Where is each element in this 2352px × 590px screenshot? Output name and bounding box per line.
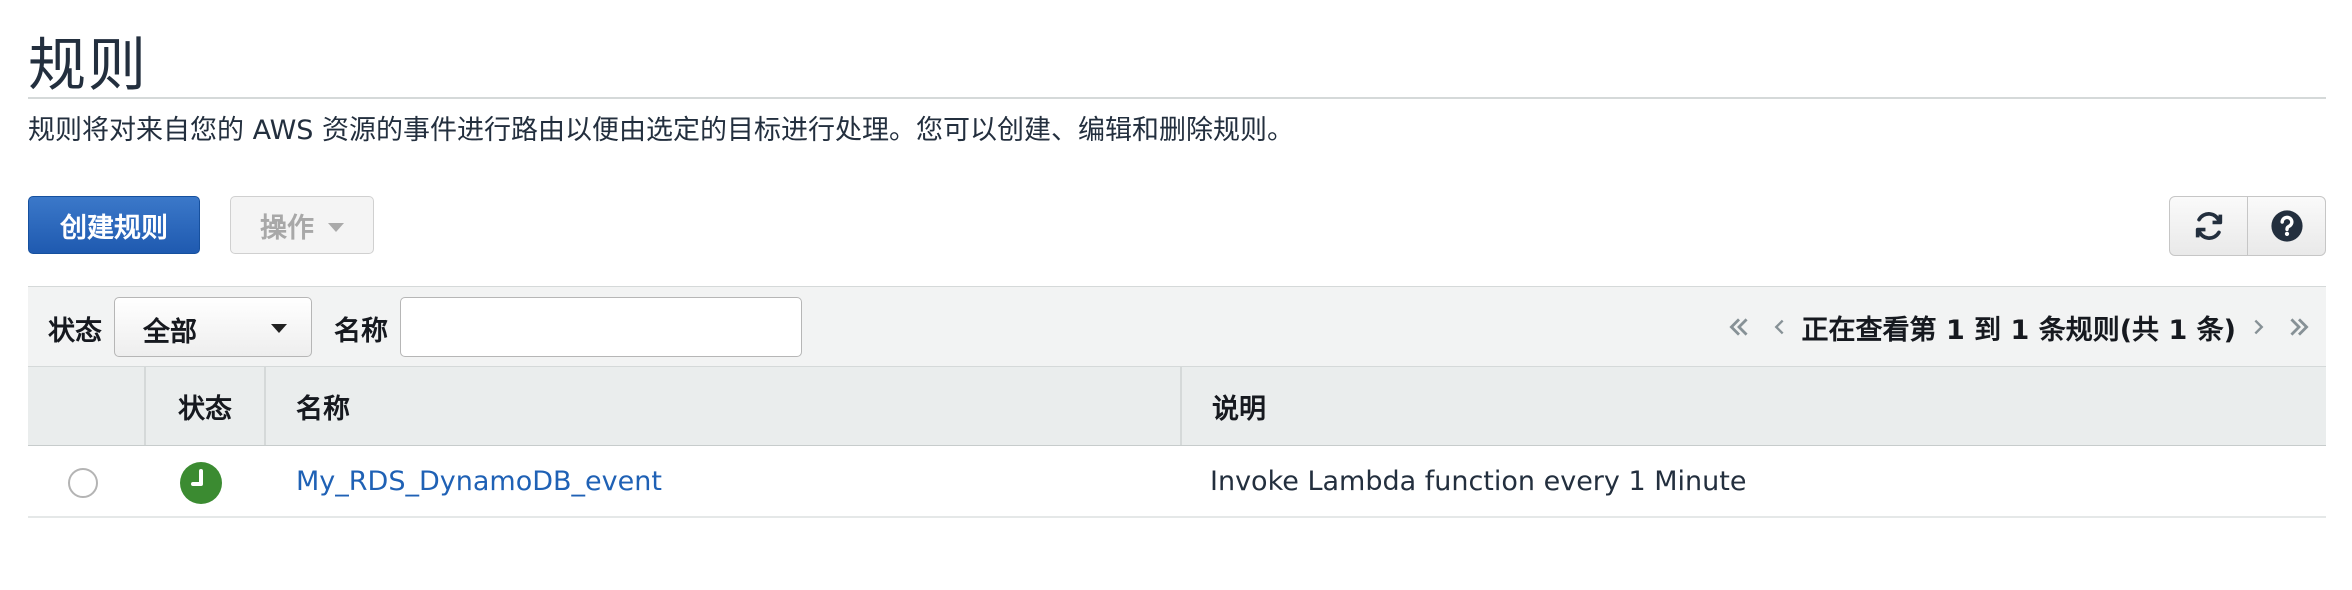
title-divider xyxy=(28,97,2326,99)
page-title: 规则 xyxy=(28,31,149,99)
create-rule-label: 创建规则 xyxy=(60,212,168,244)
pagination: 正在查看第 1 到 1 条规则(共 1 条) xyxy=(1718,287,2326,367)
actions-dropdown-button[interactable]: 操作 xyxy=(230,196,374,254)
status-filter-value: 全部 xyxy=(143,317,197,348)
refresh-icon xyxy=(2195,212,2222,240)
toolbar-icon-group xyxy=(2169,196,2326,256)
column-header-name[interactable]: 名称 xyxy=(264,367,1210,445)
filter-bar: 状态 全部 名称 正在查看第 1 到 1 条规则(共 1 条) xyxy=(28,286,2326,366)
column-header-description[interactable]: 说明 xyxy=(1180,367,2326,445)
rules-table-header: 状态 名称 说明 xyxy=(28,366,2326,446)
actions-label: 操作 xyxy=(260,212,314,244)
next-page-icon[interactable] xyxy=(2240,314,2278,340)
select-column-header xyxy=(28,367,144,445)
pagination-text: 正在查看第 1 到 1 条规则(共 1 条) xyxy=(1801,314,2236,346)
page-description: 规则将对来自您的 AWS 资源的事件进行路由以便由选定的目标进行处理。您可以创建… xyxy=(28,115,1294,146)
refresh-button[interactable] xyxy=(2170,197,2247,255)
create-rule-button[interactable]: 创建规则 xyxy=(28,196,200,254)
name-filter-input[interactable] xyxy=(400,297,802,357)
rule-description: Invoke Lambda function every 1 Minute xyxy=(1210,466,1747,497)
row-select-radio[interactable] xyxy=(68,468,98,498)
name-filter-label: 名称 xyxy=(334,316,388,347)
previous-page-icon[interactable] xyxy=(1760,314,1798,340)
table-row[interactable]: My_RDS_DynamoDB_event Invoke Lambda func… xyxy=(28,446,2326,518)
help-button[interactable] xyxy=(2247,197,2325,255)
rule-name-link[interactable]: My_RDS_DynamoDB_event xyxy=(296,466,662,497)
last-page-icon[interactable] xyxy=(2278,314,2326,340)
enabled-clock-icon xyxy=(180,462,222,504)
column-header-status[interactable]: 状态 xyxy=(144,367,264,445)
first-page-icon[interactable] xyxy=(1718,314,1760,340)
help-icon xyxy=(2270,210,2303,242)
caret-down-icon xyxy=(328,222,344,232)
status-filter-label: 状态 xyxy=(48,316,102,347)
chevron-down-icon xyxy=(271,324,287,333)
rules-page: 规则 规则将对来自您的 AWS 资源的事件进行路由以便由选定的目标进行处理。您可… xyxy=(0,0,2352,590)
status-filter-select[interactable]: 全部 xyxy=(114,297,312,357)
